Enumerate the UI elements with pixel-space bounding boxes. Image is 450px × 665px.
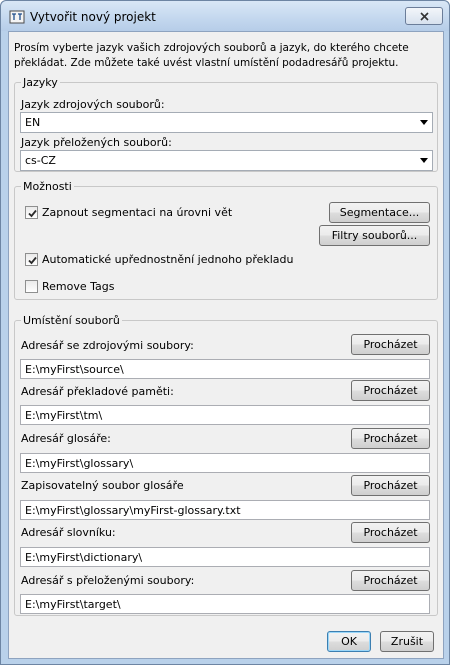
browse-writable-glossary-button[interactable]: Procházet <box>351 475 430 496</box>
source-language-label: Jazyk zdrojových souborů: <box>21 98 165 111</box>
browse-target-button[interactable]: Procházet <box>351 570 430 591</box>
target-language-select[interactable]: cs-CZ <box>20 150 433 171</box>
window-title: Vytvořit nový projekt <box>30 10 156 24</box>
location-label: Zapisovatelný soubor glosáře <box>21 479 184 492</box>
browse-dictionary-button[interactable]: Procházet <box>351 522 430 543</box>
source-language-select[interactable]: EN <box>20 112 433 133</box>
location-label: Adresář se zdrojovými soubory: <box>21 339 194 352</box>
target-path-field[interactable]: E:\myFirst\target\ <box>20 594 430 614</box>
tm-path-field[interactable]: E:\myFirst\tm\ <box>20 405 430 425</box>
checkmark-icon <box>28 209 37 218</box>
glossary-path-field[interactable]: E:\myFirst\glossary\ <box>20 453 430 473</box>
dictionary-path-field[interactable]: E:\myFirst\dictionary\ <box>20 547 430 567</box>
target-language-label: Jazyk přeložených souborů: <box>21 136 172 149</box>
sentence-segmentation-checkbox[interactable] <box>25 206 38 219</box>
sentence-segmentation-label[interactable]: Zapnout segmentaci na úrovni vět <box>42 206 232 219</box>
location-label: Adresář s přeloženými soubory: <box>21 574 195 587</box>
browse-source-button[interactable]: Procházet <box>351 334 430 355</box>
options-legend: Možnosti <box>23 180 72 193</box>
location-label: Adresář překladové paměti: <box>21 385 174 398</box>
ok-button[interactable]: OK <box>327 631 371 652</box>
location-label: Adresář glosáře: <box>21 432 111 445</box>
auto-propagation-checkbox[interactable] <box>25 253 38 266</box>
chevron-down-icon <box>420 120 428 125</box>
file-filters-button[interactable]: Filtry souborů... <box>319 225 430 246</box>
remove-tags-label[interactable]: Remove Tags <box>42 280 115 293</box>
intro-text: Prosím vyberte jazyk vašich zdrojových s… <box>14 42 409 69</box>
auto-propagation-label[interactable]: Automatické upřednostnění jednoho překla… <box>42 253 294 266</box>
file-locations-legend: Umístění souborů <box>23 314 120 327</box>
cancel-button[interactable]: Zrušit <box>380 631 434 652</box>
close-icon <box>420 12 429 21</box>
location-label: Adresář slovníku: <box>21 526 116 539</box>
browse-glossary-button[interactable]: Procházet <box>351 428 430 449</box>
dialog-body: Prosím vyberte jazyk vašich zdrojových s… <box>8 31 444 659</box>
source-language-value: EN <box>25 116 41 129</box>
languages-legend: Jazyky <box>23 76 58 89</box>
source-path-field[interactable]: E:\myFirst\source\ <box>20 359 430 379</box>
target-language-value: cs-CZ <box>25 154 56 167</box>
title-bar[interactable]: Vytvořit nový projekt <box>1 1 449 31</box>
chevron-down-icon <box>420 158 428 163</box>
translation-app-icon <box>9 9 25 25</box>
dialog-window: Vytvořit nový projekt Prosím vyberte jaz… <box>0 0 450 665</box>
segmentation-button[interactable]: Segmentace... <box>329 202 430 223</box>
writable-glossary-path-field[interactable]: E:\myFirst\glossary\myFirst-glossary.txt <box>20 500 430 520</box>
checkmark-icon <box>28 256 37 265</box>
close-button[interactable] <box>405 7 443 25</box>
remove-tags-checkbox[interactable] <box>25 280 38 293</box>
browse-tm-button[interactable]: Procházet <box>351 380 430 401</box>
